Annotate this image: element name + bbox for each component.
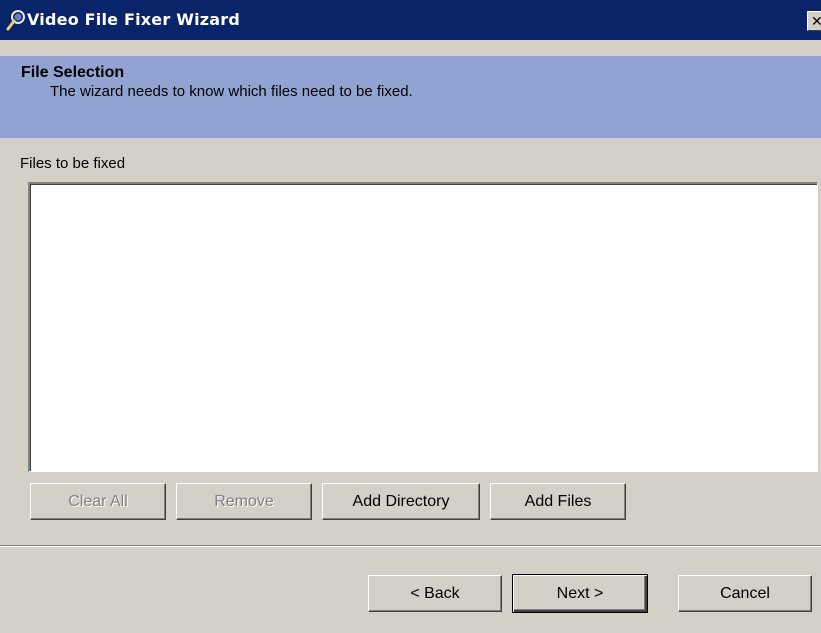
add-directory-button[interactable]: Add Directory <box>322 483 480 520</box>
page-title: File Selection <box>21 64 125 81</box>
remove-label: Remove <box>214 492 274 510</box>
files-list-label: Files to be fixed <box>20 155 126 172</box>
next-label: Next > <box>556 584 604 602</box>
wrench-magnifier-icon <box>6 9 28 31</box>
close-button[interactable]: ✕ <box>807 11 821 31</box>
wizard-window: Video File Fixer Wizard ✕ File Selection… <box>0 0 821 633</box>
divider <box>0 545 821 547</box>
clear-all-label: Clear All <box>68 492 128 510</box>
add-files-button[interactable]: Add Files <box>490 483 626 520</box>
back-label: < Back <box>410 584 460 602</box>
title-bar[interactable]: Video File Fixer Wizard ✕ <box>0 0 821 40</box>
cancel-label: Cancel <box>720 584 770 602</box>
window-title: Video File Fixer Wizard <box>27 10 241 29</box>
close-icon: ✕ <box>811 13 821 29</box>
files-list[interactable] <box>28 182 818 472</box>
back-button[interactable]: < Back <box>368 575 502 612</box>
clear-all-button[interactable]: Clear All <box>30 483 166 520</box>
add-directory-label: Add Directory <box>352 492 450 510</box>
cancel-button[interactable]: Cancel <box>678 575 812 612</box>
add-files-label: Add Files <box>524 492 592 510</box>
wizard-header: File Selection The wizard needs to know … <box>0 56 821 138</box>
remove-button[interactable]: Remove <box>176 483 312 520</box>
next-button[interactable]: Next > <box>512 574 648 613</box>
page-description: The wizard needs to know which files nee… <box>50 83 413 100</box>
